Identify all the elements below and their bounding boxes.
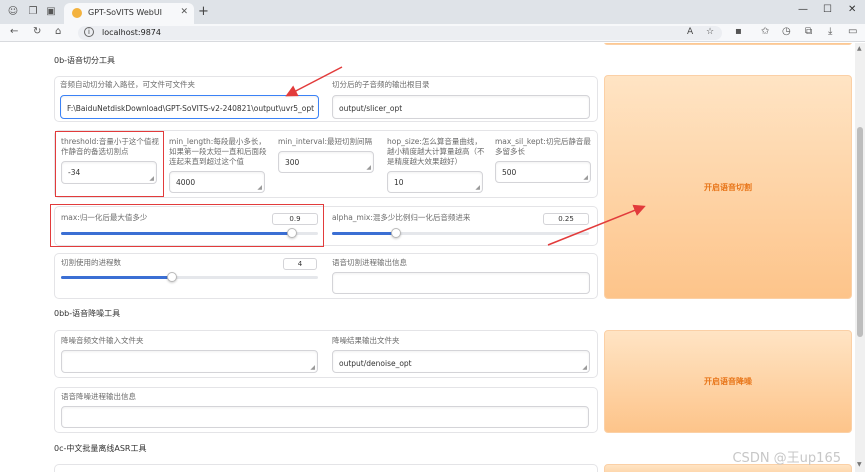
annotation-arrows [285,66,646,246]
url-field[interactable]: i localhost:9874 A ☆ [78,26,722,40]
browser-tab-bar: ☺ ❐ ▣ GPT-SoVITS WebUI ✕ + — ☐ ✕ [0,0,865,24]
page-scrollbar[interactable]: ▲ ▼ [855,43,865,472]
back-icon[interactable]: ← [10,26,18,37]
collections-icon[interactable]: ⧉ [805,26,812,37]
browser-tab[interactable]: GPT-SoVITS WebUI ✕ [64,3,194,24]
address-bar-row: ← ↻ ⌂ i localhost:9874 A ☆ ▪ ✩ ◷ ⧉ ⤓ ▭ [0,24,865,42]
maximize-icon[interactable]: ☐ [823,4,832,15]
favorite-star-icon[interactable]: ☆ [706,27,714,37]
tab-actions-icon[interactable]: ▣ [44,5,58,19]
scroll-down-icon[interactable]: ▼ [857,461,862,468]
reload-icon[interactable]: ↻ [33,26,41,37]
webui-page: 0b-语音切分工具 音频自动切分输入路径，可文件可文件夹 F:\BaiduNet… [0,43,855,472]
extension-icon[interactable]: ▪ [735,26,742,37]
tab-favicon-icon [72,8,82,18]
tab-close-icon[interactable]: ✕ [180,7,188,17]
home-icon[interactable]: ⌂ [55,26,61,37]
workspaces-icon[interactable]: ❐ [26,5,40,19]
annotation-arrow-button [547,204,646,246]
annotation-arrow-path [285,66,343,97]
watermark: CSDN @王up165 [732,451,841,466]
sidebar-icon[interactable]: ▭ [848,26,857,37]
favorites-icon[interactable]: ✩ [761,26,769,37]
profile-icon[interactable]: ☺ [6,5,20,19]
new-tab-icon[interactable]: + [198,4,209,19]
download-icon[interactable]: ⤓ [828,26,832,37]
scrollbar-thumb[interactable] [857,127,863,337]
history-icon[interactable]: ◷ [782,26,791,37]
minimize-icon[interactable]: — [798,4,808,15]
window-close-icon[interactable]: ✕ [848,4,856,15]
read-aloud-icon[interactable]: A [687,27,693,37]
tab-title: GPT-SoVITS WebUI [88,8,163,17]
site-info-icon[interactable]: i [84,27,94,37]
scroll-up-icon[interactable]: ▲ [857,45,862,52]
url-text: localhost:9874 [102,28,161,37]
